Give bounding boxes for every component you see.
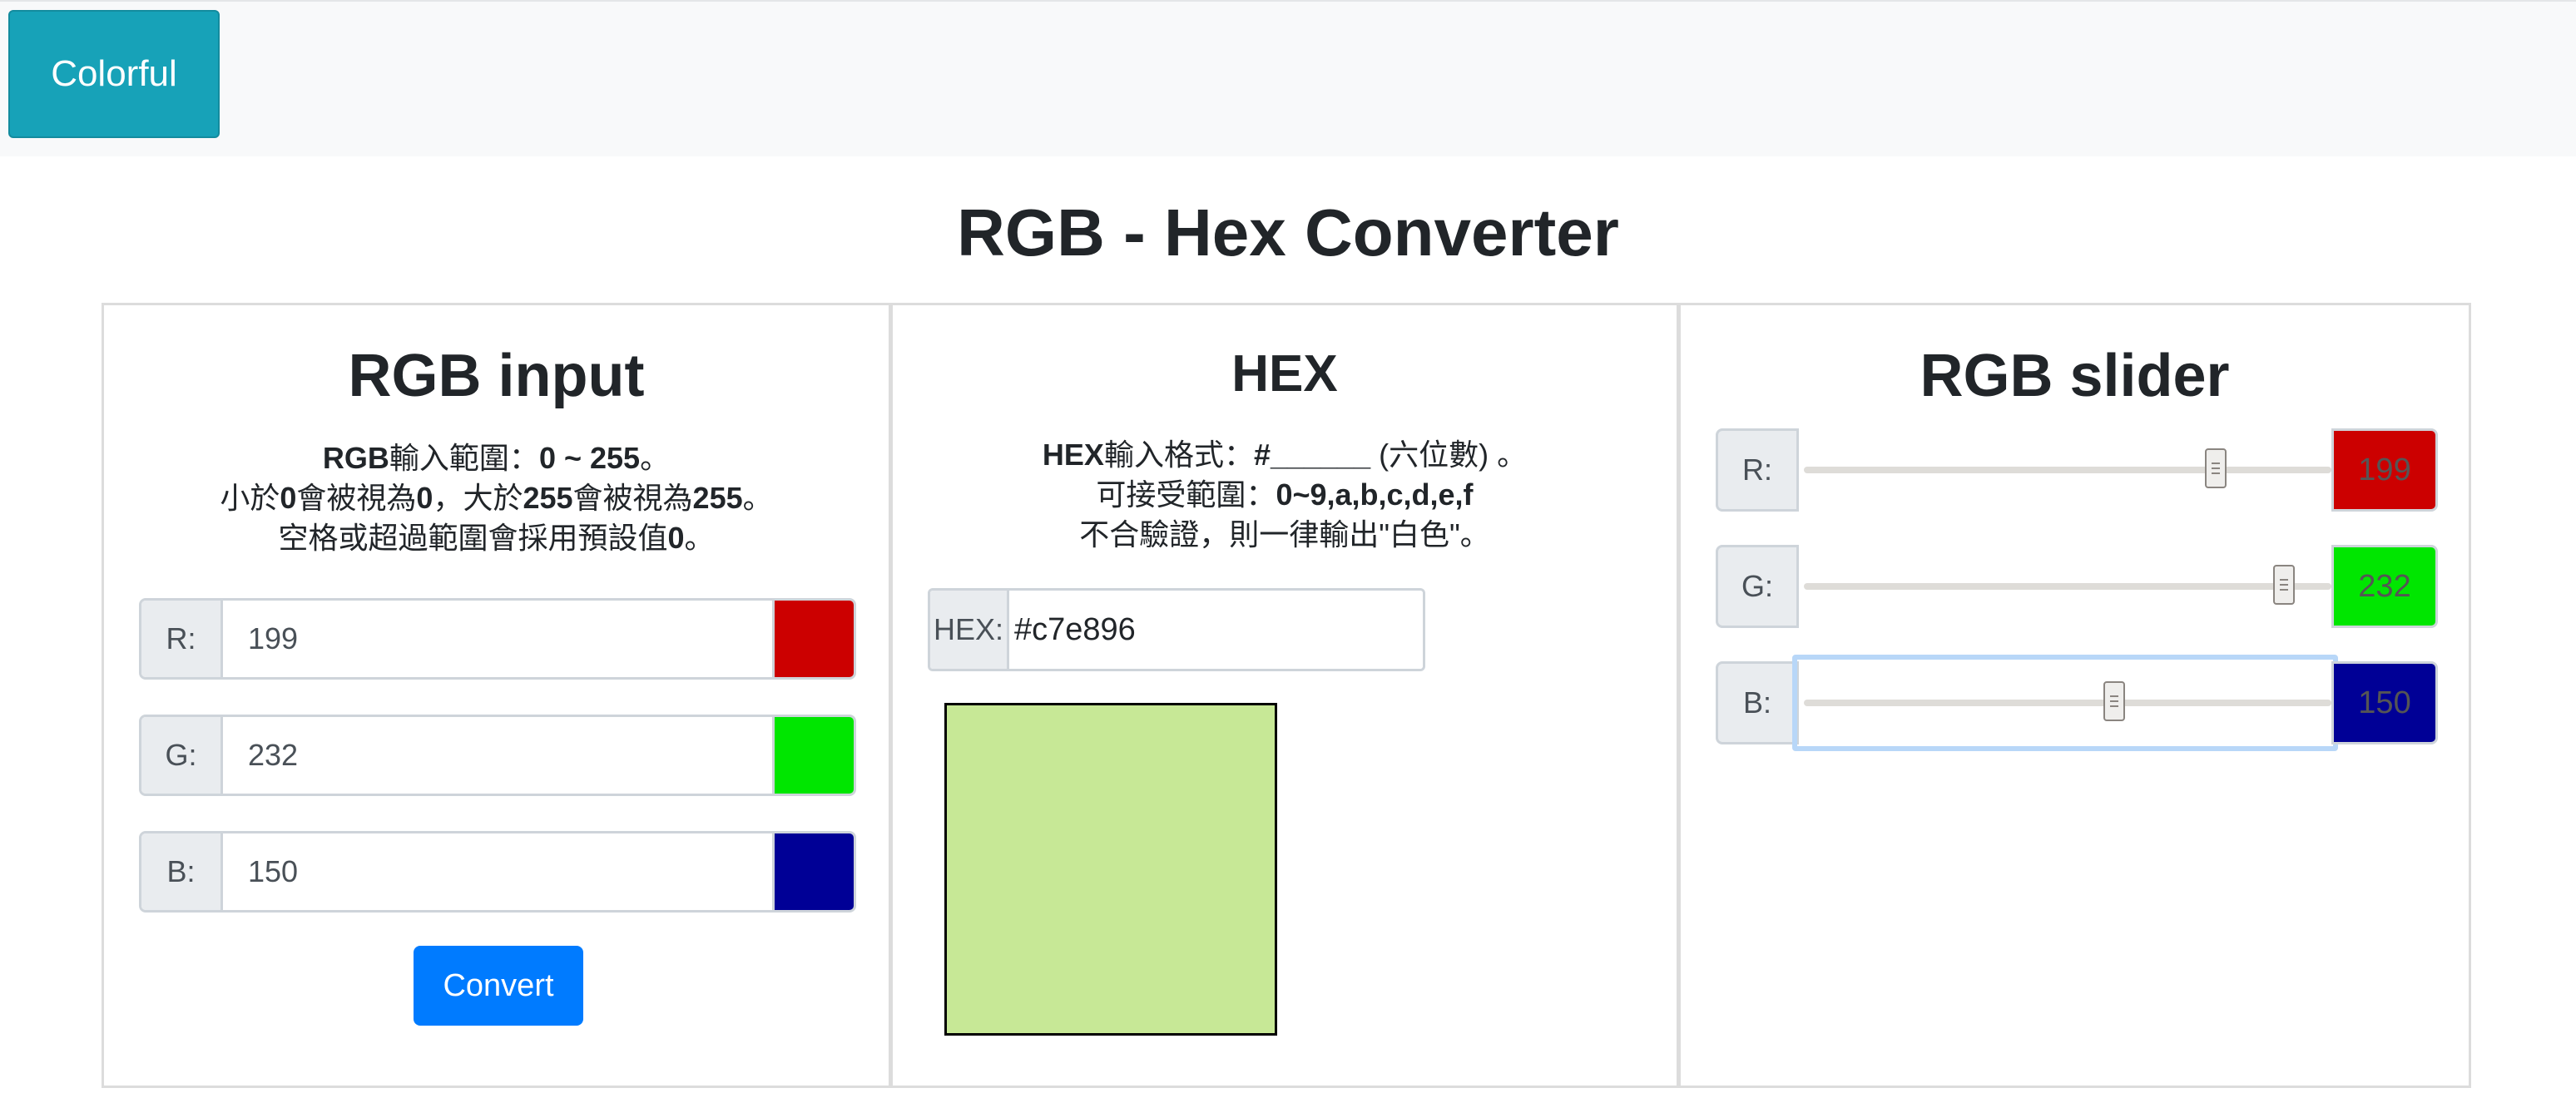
brand-button[interactable]: Colorful	[8, 10, 220, 138]
r-slider-value: 199	[2331, 428, 2438, 512]
rgb-note-line-2: 小於0會被視為0，大於255會被視為255。	[220, 481, 773, 515]
g-input-group: G:	[139, 715, 856, 796]
r-input-group: R:	[139, 598, 856, 680]
r-slider-thumb[interactable]	[2204, 448, 2227, 488]
b-input-label: B:	[141, 833, 223, 910]
g-slider-row: G: 232	[1716, 545, 2445, 630]
rgb-input-panel: RGB input RGB輸入範圍：0 ~ 255。 小於0會被視為0，大於25…	[104, 305, 893, 1086]
g-input[interactable]	[223, 717, 772, 794]
r-slider-track	[1804, 467, 2331, 473]
r-input[interactable]	[223, 601, 772, 677]
g-slider-thumb[interactable]	[2272, 565, 2295, 605]
rgb-note-line-3: 空格或超過範圍會採用預設值0。	[278, 521, 715, 555]
hex-input[interactable]	[1009, 591, 1423, 669]
r-color-swatch	[772, 601, 854, 677]
converter-panels: RGB input RGB輸入範圍：0 ~ 255。 小於0會被視為0，大於25…	[102, 303, 2471, 1088]
page-title: RGB - Hex Converter	[957, 195, 1619, 270]
b-input-group: B:	[139, 831, 856, 913]
hex-note-line-2: 可接受範圍：0~9,a,b,c,d,e,f	[1096, 477, 1474, 512]
b-slider-track	[1804, 700, 2331, 706]
hex-notes: HEX輸入格式：#______ (六位數) 。 可接受範圍：0~9,a,b,c,…	[893, 435, 1677, 555]
b-slider-thumb[interactable]	[2103, 681, 2125, 721]
hex-input-group: HEX:	[928, 588, 1425, 671]
g-input-label: G:	[141, 717, 223, 794]
hex-color-preview	[944, 703, 1277, 1036]
b-slider-value: 150	[2331, 661, 2438, 744]
convert-button[interactable]: Convert	[414, 946, 583, 1026]
hex-note-line-1: HEX輸入格式：#______ (六位數) 。	[1042, 438, 1528, 472]
r-slider-label: R:	[1716, 428, 1799, 512]
g-color-swatch	[772, 717, 854, 794]
rgb-slider-title: RGB slider	[1920, 343, 2230, 409]
hex-title: HEX	[1231, 345, 1338, 403]
hex-note-line-3: 不合驗證，則一律輸出"白色"。	[1079, 517, 1490, 551]
rgb-input-notes: RGB輸入範圍：0 ~ 255。 小於0會被視為0，大於255會被視為255。 …	[104, 438, 889, 558]
navbar: Colorful	[0, 0, 2576, 156]
b-input[interactable]	[223, 833, 772, 910]
g-slider-value: 232	[2331, 545, 2438, 628]
rgb-slider-panel: RGB slider R: 199 G: 232 B: 150	[1681, 305, 2469, 1086]
r-slider[interactable]	[1799, 428, 2331, 512]
hex-panel: HEX HEX輸入格式：#______ (六位數) 。 可接受範圍：0~9,a,…	[893, 305, 1681, 1086]
b-color-swatch	[772, 833, 854, 910]
g-slider-track	[1804, 583, 2331, 590]
b-slider[interactable]	[1792, 655, 2338, 751]
g-slider-label: G:	[1716, 545, 1799, 628]
b-slider-row: B: 150	[1716, 655, 2445, 751]
rgb-input-title: RGB input	[348, 343, 645, 409]
hex-input-label: HEX:	[930, 591, 1009, 669]
g-slider[interactable]	[1799, 545, 2331, 628]
rgb-note-line-1: RGB輸入範圍：0 ~ 255。	[322, 441, 671, 475]
r-input-label: R:	[141, 601, 223, 677]
b-slider-label: B:	[1716, 661, 1799, 744]
r-slider-row: R: 199	[1716, 428, 2445, 513]
